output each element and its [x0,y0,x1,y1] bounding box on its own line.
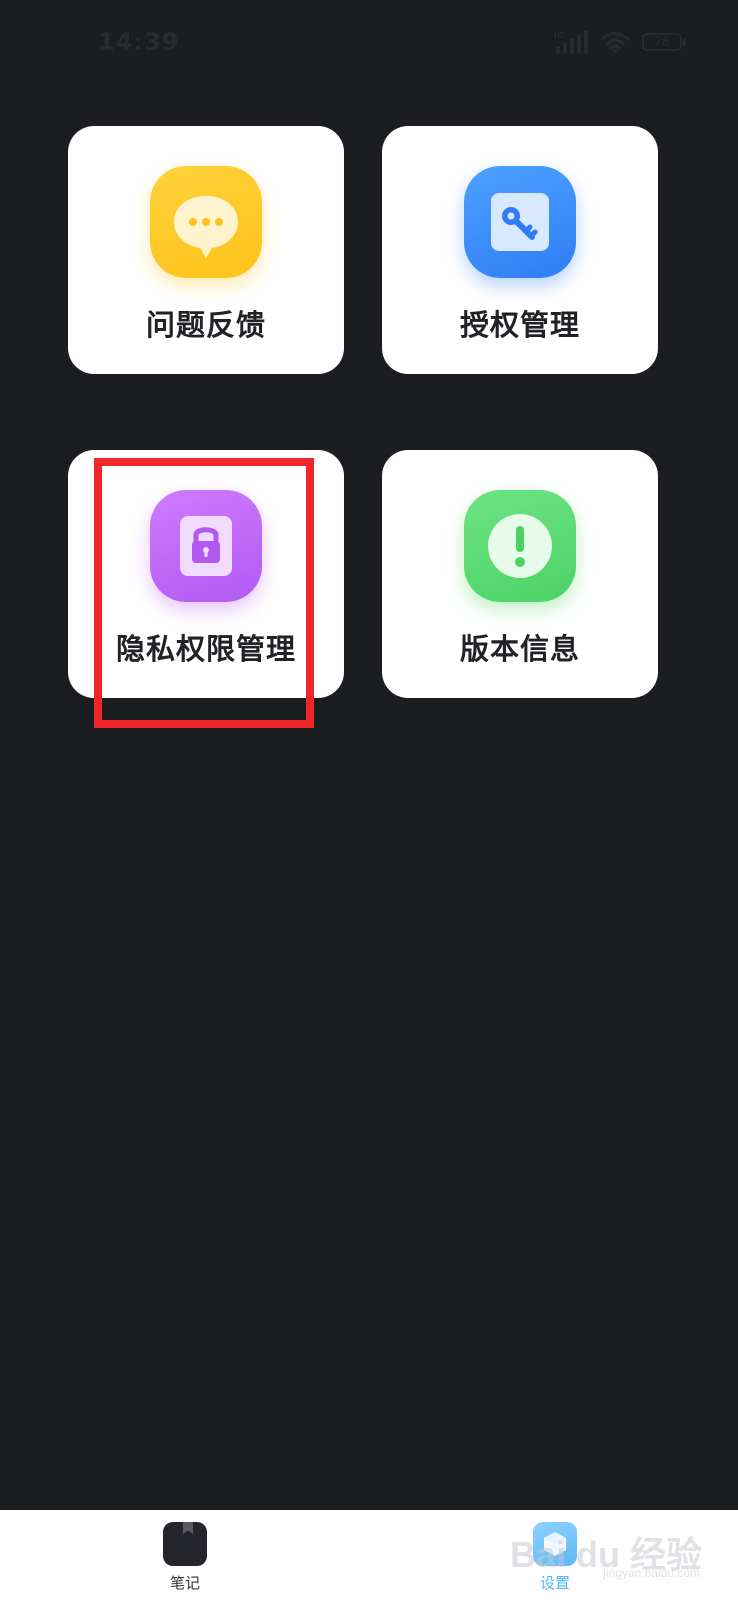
status-time: 14:39 [98,28,180,56]
notebook-icon [163,1522,207,1566]
signal-icon: HD [554,30,588,54]
version-card[interactable]: 版本信息 [382,450,658,698]
battery-level: 78 [642,33,682,51]
key-icon [464,166,576,278]
auth-label: 授权管理 [459,308,580,342]
nav-notes-label: 笔记 [169,1574,200,1592]
status-bar: 14:39 HD 78 [0,0,738,90]
network-label: HD [554,31,566,40]
exclamation-icon [464,490,576,602]
battery-icon: 78 [642,33,686,51]
lock-icon [150,490,262,602]
settings-cube-icon [533,1522,577,1566]
privacy-card[interactable]: 隐私权限管理 [68,450,344,698]
feedback-card[interactable]: 问题反馈 [68,126,344,374]
status-icons: HD 78 [554,30,686,54]
nav-tab-notes[interactable]: 笔记 [125,1518,245,1598]
chat-bubble-icon [150,166,262,278]
wifi-icon [600,31,630,53]
privacy-label: 隐私权限管理 [115,632,296,666]
bottom-nav: 笔记 设置 [0,1510,738,1600]
feedback-label: 问题反馈 [145,308,266,342]
version-label: 版本信息 [459,632,580,666]
nav-settings-label: 设置 [539,1574,570,1592]
auth-card[interactable]: 授权管理 [382,126,658,374]
nav-tab-settings[interactable]: 设置 [495,1518,615,1598]
